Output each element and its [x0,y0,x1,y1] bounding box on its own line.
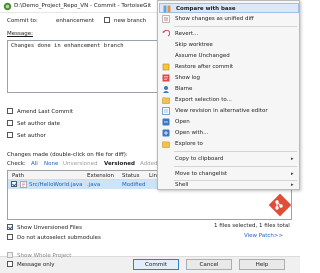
menu-item-label: Compare with base [176,6,236,12]
view-patch-link[interactable]: View Patch>> [244,233,283,239]
menu-item-label: Skip worktree [175,42,213,48]
set-author-date-label: Set author date [17,121,61,127]
window-title: D:\Demo_Project_Repo_VN - Commit - Torto… [14,3,152,9]
file-checkbox[interactable] [11,181,17,187]
filter-added[interactable]: Added [140,161,158,167]
changes-label: Changes made (double-click on file for d… [7,152,128,158]
menu-item-label: Open [175,119,190,125]
compare-icon [163,5,171,13]
filter-unversioned[interactable]: Unversioned [63,161,98,167]
menu-item-label: Explore to [175,141,203,147]
menu-item-label: Shell [175,182,189,188]
menu-item-copy-to-clipboard[interactable]: Copy to clipboard ▸ [159,154,299,164]
commit-to-label: Commit to: [7,18,38,24]
menu-item-label: Show changes as unified diff [175,16,254,22]
revert-icon [162,30,170,37]
no-autoselect-label: Do not autoselect submodules [17,235,101,241]
menu-item-label: Assume Unchanged [175,53,230,59]
file-path: Src/HelloWorld.java [29,182,83,188]
no-autoselect-checkbox[interactable] [7,234,13,240]
restore-icon [162,63,170,71]
branch-name: enhancement [56,18,95,24]
show-whole-project-checkbox[interactable] [7,252,13,258]
menu-item-explore-to[interactable]: Explore to [159,139,299,149]
set-author-checkbox[interactable] [7,132,13,138]
menu-item-label: Open with... [175,130,209,136]
menu-item-open-with[interactable]: Open with... [159,128,299,138]
file-extension: .java [87,182,101,188]
show-unversioned-label: Show Unversioned Files [17,225,82,231]
menu-item-blame[interactable]: Blame [159,84,299,94]
set-author-date-checkbox[interactable] [7,120,13,126]
commit-button[interactable]: Commit [133,259,179,270]
export-icon [162,97,170,104]
menu-item-label: Move to changelist [175,171,228,177]
menu-separator [174,151,297,152]
menu-item-label: Revert... [175,31,199,37]
menu-separator [174,166,297,167]
menu-item-assume-unchanged[interactable]: Assume Unchanged [159,51,299,61]
filter-none[interactable]: None [44,161,58,167]
menu-item-revert[interactable]: Revert... [159,29,299,39]
new-branch-label: new branch [114,18,147,24]
help-button[interactable]: Help [239,259,285,270]
tortoisegit-app-icon [3,2,12,11]
check-label: Check: [7,161,26,167]
new-branch-checkbox[interactable] [104,17,110,23]
menu-item-show-log[interactable]: Show log [159,73,299,83]
menu-item-label: View revision in alternative editor [175,108,268,114]
menu-item-label: Copy to clipboard [175,156,224,162]
menu-item-label: Restore after commit [175,64,234,70]
java-file-icon [20,181,27,188]
filter-versioned[interactable]: Versioned [104,161,135,167]
menu-item-shell[interactable]: Shell ▸ [159,180,299,190]
open-icon [162,118,170,126]
menu-item-skip-worktree[interactable]: Skip worktree [159,40,299,50]
menu-item-view-in-alt-editor[interactable]: View revision in alternative editor [159,106,299,116]
menu-item-label: Export selection to... [175,97,232,103]
column-extension[interactable]: Extension [87,173,114,179]
column-status[interactable]: Status [122,173,140,179]
file-status: Modified [122,182,146,188]
folder-icon [162,141,170,148]
view-icon [162,107,170,115]
menu-item-restore-after-commit[interactable]: Restore after commit [159,62,299,72]
message-text: Changes done in enhancement branch [11,43,124,49]
message-only-label: Message only [17,262,55,268]
menu-item-label: Show log [175,75,200,81]
menu-item-move-to-changelist[interactable]: Move to changelist ▸ [159,169,299,179]
amend-last-commit-label: Amend Last Commit [17,109,74,115]
menu-item-label: Blame [175,86,193,92]
message-label: Message: [7,31,33,37]
show-unversioned-checkbox[interactable] [7,224,13,230]
amend-last-commit-checkbox[interactable] [7,108,13,114]
filter-all[interactable]: All [31,161,38,167]
log-icon [162,74,170,82]
menu-item-open[interactable]: Open [159,117,299,127]
files-summary: 1 files selected, 1 files total [214,223,290,229]
cancel-button[interactable]: Cancel [186,259,232,270]
column-path[interactable]: Path [12,173,24,179]
menu-item-compare-with-base[interactable]: Compare with base [159,3,299,13]
show-whole-project-label: Show Whole Project [17,253,72,259]
menu-item-unified-diff[interactable]: Show changes as unified diff [159,14,299,24]
submenu-arrow-icon: ▸ [291,182,294,188]
diff-icon [162,15,170,23]
menu-separator [174,26,297,27]
message-textarea[interactable]: Changes done in enhancement branch [7,40,167,93]
bottom-bar: Show Whole Project Message only Commit C… [0,252,300,273]
blame-icon [163,86,169,93]
submenu-arrow-icon: ▸ [291,156,294,162]
message-only-checkbox[interactable] [7,261,13,267]
git-logo-icon [268,193,292,217]
context-menu: Compare with base Show changes as unifie… [157,0,300,190]
open-with-icon [162,129,170,137]
menu-item-export-selection[interactable]: Export selection to... [159,95,299,105]
set-author-label: Set author [17,133,46,139]
submenu-arrow-icon: ▸ [291,171,294,177]
